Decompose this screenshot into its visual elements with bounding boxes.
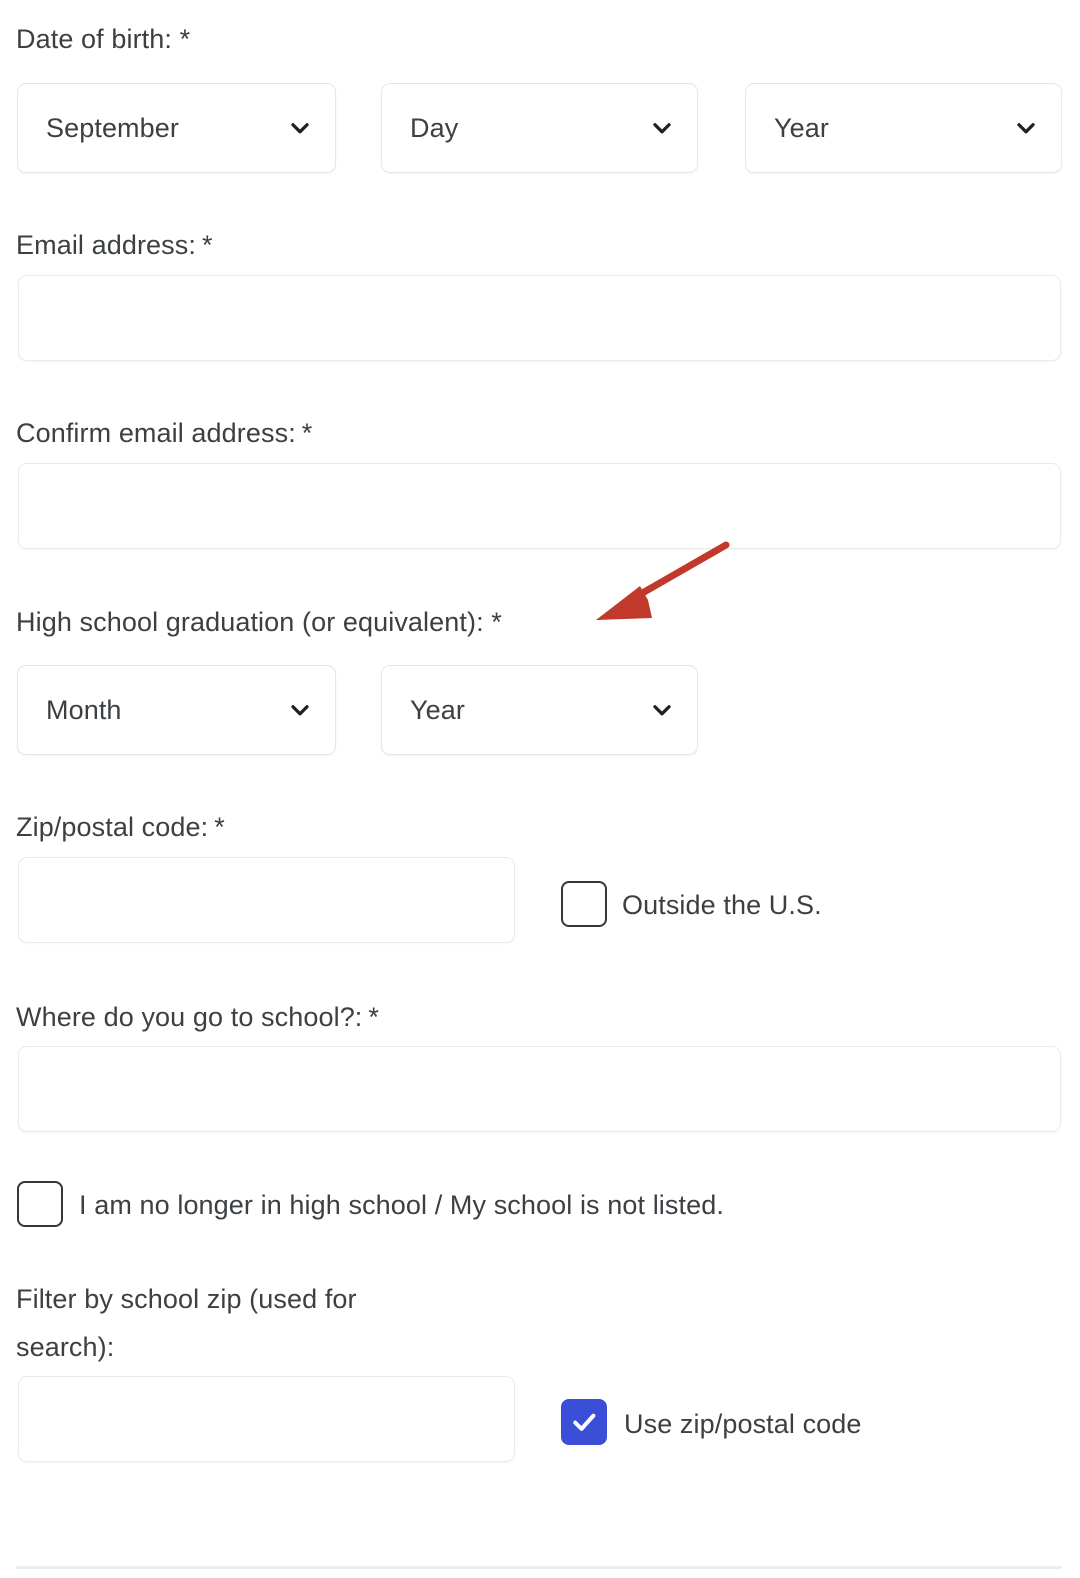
- bottom-divider: [16, 1566, 1062, 1569]
- required-asterisk: *: [214, 812, 225, 842]
- registration-form-page: Date of birth: * September Day Year Emai…: [0, 0, 1080, 1578]
- select-grad-year-value: Year: [410, 694, 465, 725]
- label-zip-postal-code-text: Zip/postal code:: [16, 812, 209, 842]
- checkbox-outside-us-label[interactable]: Outside the U.S.: [622, 888, 822, 922]
- input-where-do-you-go-to-school[interactable]: [18, 1046, 1061, 1132]
- select-dob-month[interactable]: September: [17, 83, 336, 173]
- label-date-of-birth-text: Date of birth:: [16, 24, 180, 54]
- label-where-do-you-go-to-school-text: Where do you go to school?:: [16, 1002, 363, 1032]
- label-high-school-graduation: High school graduation (or equivalent): …: [16, 605, 502, 639]
- select-dob-year-value: Year: [774, 112, 829, 143]
- required-asterisk: *: [368, 1002, 380, 1032]
- required-asterisk: *: [179, 24, 191, 54]
- label-high-school-graduation-text: High school graduation (or equivalent):: [16, 607, 492, 637]
- label-filter-by-school-zip: Filter by school zip (used for search):: [16, 1275, 436, 1371]
- label-confirm-email-address: Confirm email address: *: [16, 416, 312, 450]
- checkbox-use-zip-postal-code[interactable]: [561, 1399, 607, 1445]
- label-confirm-email-address-text: Confirm email address:: [16, 418, 296, 448]
- label-email-address-text: Email address:: [16, 230, 196, 260]
- checkbox-no-longer-in-high-school-label[interactable]: I am no longer in high school / My schoo…: [79, 1188, 724, 1222]
- chevron-down-icon: [287, 115, 313, 141]
- chevron-down-icon: [649, 115, 675, 141]
- chevron-down-icon: [1013, 115, 1039, 141]
- select-grad-year[interactable]: Year: [381, 665, 698, 755]
- label-date-of-birth: Date of birth: *: [16, 22, 190, 56]
- select-dob-year[interactable]: Year: [745, 83, 1062, 173]
- select-grad-month-value: Month: [46, 694, 122, 725]
- select-dob-day[interactable]: Day: [381, 83, 698, 173]
- label-where-do-you-go-to-school: Where do you go to school?: *: [16, 1000, 379, 1034]
- chevron-down-icon: [649, 697, 675, 723]
- checkbox-outside-us[interactable]: [561, 881, 607, 927]
- required-asterisk: *: [491, 607, 502, 637]
- input-email-address[interactable]: [18, 275, 1061, 361]
- label-zip-postal-code: Zip/postal code: *: [16, 810, 225, 844]
- label-filter-by-school-zip-text: Filter by school zip (used for search):: [16, 1284, 357, 1362]
- input-confirm-email-address[interactable]: [18, 463, 1061, 549]
- select-grad-month[interactable]: Month: [17, 665, 336, 755]
- select-dob-month-value: September: [46, 112, 179, 143]
- input-zip-postal-code[interactable]: [18, 857, 515, 943]
- checkbox-use-zip-postal-code-label[interactable]: Use zip/postal code: [624, 1407, 862, 1441]
- chevron-down-icon: [287, 697, 313, 723]
- select-dob-day-value: Day: [410, 112, 459, 143]
- check-icon: [573, 1413, 596, 1431]
- input-filter-by-school-zip[interactable]: [18, 1376, 515, 1462]
- required-asterisk: *: [201, 230, 213, 260]
- checkbox-no-longer-in-high-school[interactable]: [17, 1181, 63, 1227]
- required-asterisk: *: [301, 418, 313, 448]
- label-email-address: Email address: *: [16, 228, 213, 262]
